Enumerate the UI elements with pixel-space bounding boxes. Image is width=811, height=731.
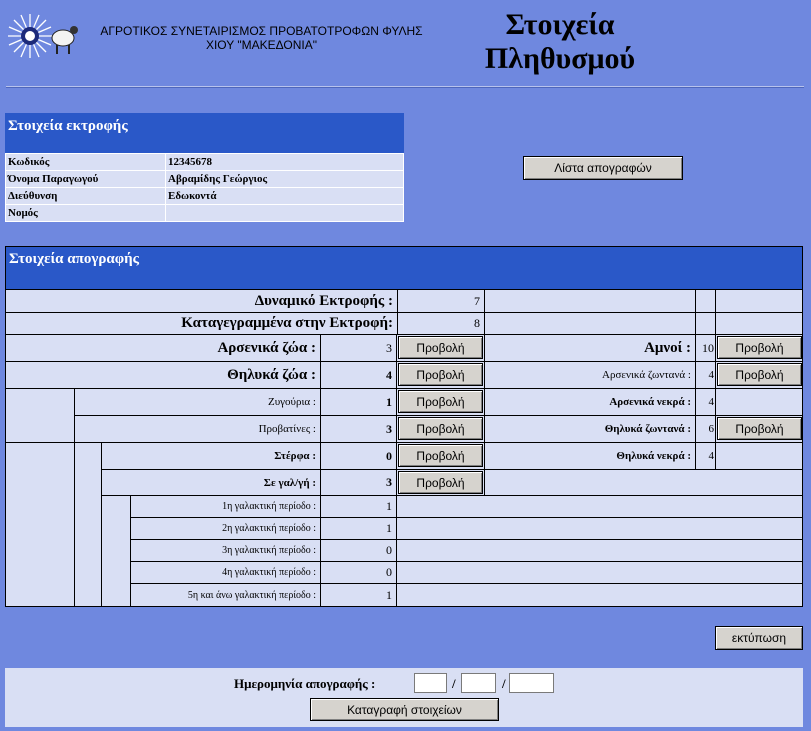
farm-info-heading: Στοιχεία εκτροφής bbox=[5, 113, 404, 153]
rams-value: 1 bbox=[321, 389, 396, 415]
print-button[interactable]: εκτύπωση bbox=[715, 626, 803, 650]
farm-row-code: Κωδικός 12345678 bbox=[5, 153, 404, 171]
farm-value: Αβραμίδης Γεώργιος bbox=[165, 170, 404, 188]
month-input[interactable] bbox=[461, 673, 496, 693]
male-dead-value: 4 bbox=[696, 389, 715, 415]
page-title: Στοιχεία Πληθυσμού bbox=[440, 8, 680, 76]
lactation-5-value: 1 bbox=[321, 584, 396, 606]
page-title-line-2: Πληθυσμού bbox=[484, 42, 636, 75]
lactation-3-label: 3η γαλακτική περίοδο : bbox=[131, 540, 320, 561]
empty-cell bbox=[397, 496, 802, 517]
female-dead-label: Θηλυκά νεκρά : bbox=[485, 443, 695, 469]
census-heading: Στοιχεία απογραφής bbox=[5, 246, 803, 289]
farm-row-name: Όνομα Παραγωγού Αβραμίδης Γεώργιος bbox=[5, 170, 404, 188]
female-dead-value: 4 bbox=[696, 443, 715, 469]
capacity-label: Δυναμικό Εκτροφής : bbox=[6, 290, 397, 312]
male-alive-label: Αρσενικά ζωντανά : bbox=[485, 362, 695, 388]
census-date-label: Ημερομηνία απογραφής : bbox=[234, 676, 376, 691]
farm-label: Διεύθυνση bbox=[5, 187, 166, 205]
milking-value: 3 bbox=[321, 470, 396, 495]
farm-label: Όνομα Παραγωγού bbox=[5, 170, 166, 188]
view-male-button[interactable]: Προβολή bbox=[398, 336, 483, 359]
lambs-value: 10 bbox=[696, 335, 715, 361]
registered-label: Καταγεγραμμένα στην Εκτροφή: bbox=[6, 313, 397, 334]
page-title-line-1: Στοιχεία bbox=[505, 8, 615, 41]
farm-value: 12345678 bbox=[165, 153, 404, 171]
registered-value: 8 bbox=[398, 313, 484, 334]
view-female-alive-button[interactable]: Προβολή bbox=[717, 417, 802, 440]
farm-label: Κωδικός bbox=[5, 153, 166, 171]
ewes-label: Προβατίνες : bbox=[75, 416, 320, 442]
lactation-4-label: 4η γαλακτική περίοδο : bbox=[131, 562, 320, 583]
empty-cell bbox=[397, 562, 802, 583]
day-input[interactable] bbox=[414, 673, 447, 693]
view-milking-button[interactable]: Προβολή bbox=[398, 471, 483, 494]
empty-cell bbox=[397, 540, 802, 561]
org-line-1: ΑΓΡΟΤΙΚΟΣ ΣΥΝΕΤΑΙΡΙΣΜΟΣ ΠΡΟΒΑΤΟΤΡΟΦΩΝ ΦΥ… bbox=[100, 24, 423, 38]
male-animals-label: Αρσενικά ζώα : bbox=[6, 335, 320, 361]
view-dry-button[interactable]: Προβολή bbox=[398, 444, 483, 467]
header-divider bbox=[6, 86, 804, 88]
empty-cell bbox=[716, 443, 802, 469]
lactation-2-label: 2η γαλακτική περίοδο : bbox=[131, 518, 320, 539]
farm-value: Εδωκοντά bbox=[165, 187, 404, 205]
empty-cell bbox=[397, 518, 802, 539]
farm-info-table: Κωδικός 12345678 Όνομα Παραγωγού Αβραμίδ… bbox=[5, 153, 404, 222]
census-list-button[interactable]: Λίστα απογραφών bbox=[523, 156, 683, 180]
dry-label: Στέρφα : bbox=[102, 443, 320, 469]
empty-cell bbox=[485, 290, 695, 312]
dry-value: 0 bbox=[321, 443, 396, 469]
capacity-value: 7 bbox=[398, 290, 484, 312]
lactation-1-value: 1 bbox=[321, 496, 396, 517]
male-alive-value: 4 bbox=[696, 362, 715, 388]
lambs-label: Αμνοί : bbox=[485, 335, 695, 361]
view-lambs-button[interactable]: Προβολή bbox=[717, 336, 802, 359]
empty-cell bbox=[696, 290, 715, 312]
date-separator: / bbox=[502, 676, 506, 691]
org-line-2: ΧΙΟΥ "ΜΑΚΕΔΟΝΙΑ" bbox=[205, 38, 318, 52]
female-alive-label: Θηλυκά ζωντανά : bbox=[485, 416, 695, 442]
view-ewes-button[interactable]: Προβολή bbox=[398, 417, 483, 440]
empty-cell bbox=[485, 470, 802, 495]
male-dead-label: Αρσενικά νεκρά : bbox=[485, 389, 695, 415]
farm-label: Νομός bbox=[5, 204, 166, 222]
indent-cell bbox=[75, 443, 101, 606]
lactation-5-label: 5η και άνω γαλακτική περίοδο : bbox=[131, 584, 320, 606]
rams-label: Ζυγούρια : bbox=[75, 389, 320, 415]
farm-value bbox=[165, 204, 404, 222]
view-rams-button[interactable]: Προβολή bbox=[398, 390, 483, 413]
census-grid: Δυναμικό Εκτροφής : 7 Καταγεγραμμένα στη… bbox=[5, 289, 803, 607]
indent-cell bbox=[6, 389, 74, 442]
empty-cell bbox=[397, 584, 802, 606]
farm-row-prefecture: Νομός bbox=[5, 204, 404, 222]
male-animals-value: 3 bbox=[321, 335, 396, 361]
female-animals-label: Θηλυκά ζώα : bbox=[6, 362, 320, 388]
farm-info-panel: Στοιχεία εκτροφής Κωδικός 12345678 Όνομα… bbox=[5, 113, 404, 222]
female-alive-value: 6 bbox=[696, 416, 715, 442]
view-female-button[interactable]: Προβολή bbox=[398, 363, 483, 386]
empty-cell bbox=[716, 389, 802, 415]
empty-cell bbox=[716, 290, 802, 312]
save-census-button[interactable]: Καταγραφή στοιχείων bbox=[310, 698, 499, 721]
female-animals-value: 4 bbox=[321, 362, 396, 388]
empty-cell bbox=[696, 313, 715, 334]
lactation-1-label: 1η γαλακτική περίοδο : bbox=[131, 496, 320, 517]
empty-cell bbox=[485, 313, 695, 334]
empty-cell bbox=[716, 313, 802, 334]
date-separator: / bbox=[452, 676, 456, 691]
lactation-2-value: 1 bbox=[321, 518, 396, 539]
view-male-alive-button[interactable]: Προβολή bbox=[717, 363, 802, 386]
lactation-4-value: 0 bbox=[321, 562, 396, 583]
indent-cell bbox=[102, 496, 130, 606]
lactation-3-value: 0 bbox=[321, 540, 396, 561]
organization-name: ΑΓΡΟΤΙΚΟΣ ΣΥΝΕΤΑΙΡΙΣΜΟΣ ΠΡΟΒΑΤΟΤΡΟΦΩΝ ΦΥ… bbox=[84, 24, 439, 52]
farm-row-address: Διεύθυνση Εδωκοντά bbox=[5, 187, 404, 205]
census-date-panel: Ημερομηνία απογραφής : / / Καταγραφή στο… bbox=[5, 668, 803, 727]
year-input[interactable] bbox=[509, 673, 554, 693]
ewes-value: 3 bbox=[321, 416, 396, 442]
indent-cell bbox=[6, 443, 74, 606]
sun-sheep-logo-icon bbox=[8, 12, 80, 60]
milking-label: Σε γαλ/γή : bbox=[102, 470, 320, 495]
